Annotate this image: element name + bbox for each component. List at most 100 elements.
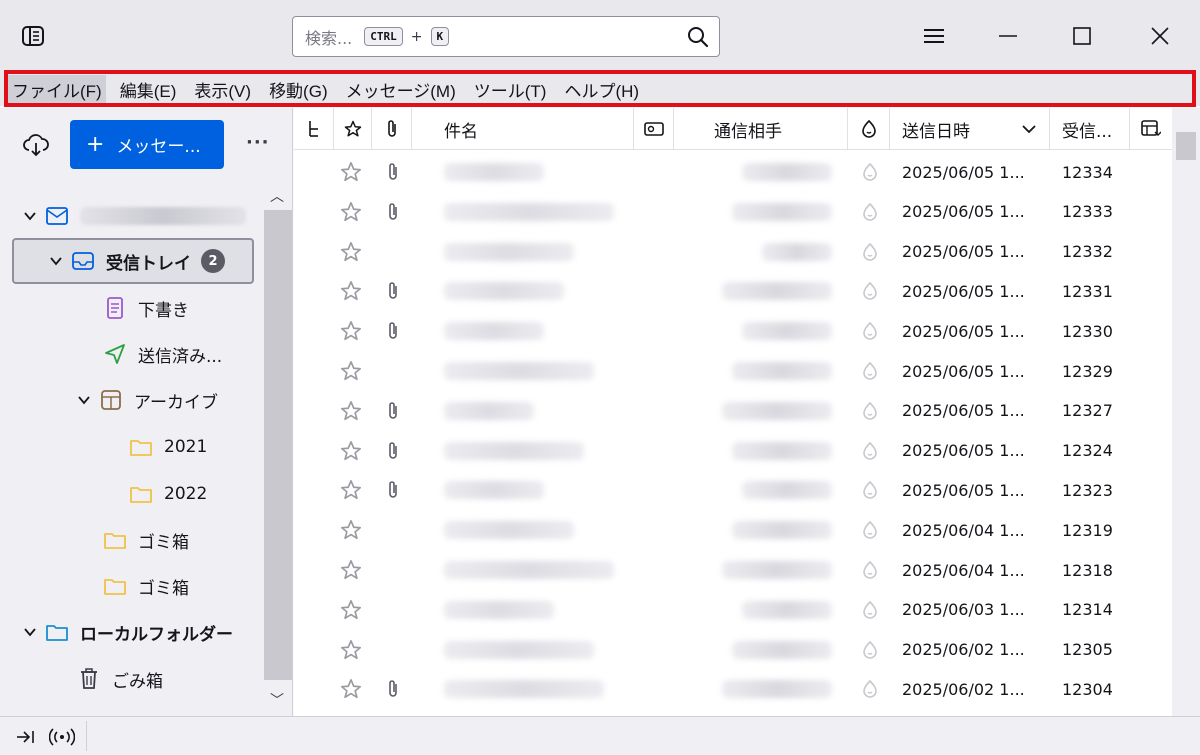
junk-status-icon[interactable] [862,470,878,510]
menu-edit[interactable]: 編集(E) [116,75,181,104]
message-row[interactable]: 2025/06/05 1... 12333 [294,192,1172,232]
maximize-icon[interactable] [1068,22,1096,50]
message-row[interactable]: 2025/06/04 1... 12318 [294,550,1172,590]
junk-status-icon[interactable] [862,391,878,431]
thread-pane-scrollbar[interactable] [1172,108,1200,716]
star-icon[interactable] [340,311,368,351]
message-row[interactable]: 2025/06/05 1... 12334 [294,152,1172,192]
date-column-header[interactable]: 送信日時 [890,108,1050,150]
star-icon[interactable] [340,351,368,391]
more-options-icon[interactable]: ··· [246,132,270,153]
chevron-down-icon[interactable] [22,627,38,637]
chevron-down-icon[interactable] [76,395,92,405]
junk-status-icon[interactable] [862,590,878,630]
message-row[interactable]: 2025/06/05 1... 12331 [294,271,1172,311]
received-cell: 12329 [1062,361,1113,381]
local-folders-row[interactable]: ローカルフォルダー [22,612,233,652]
message-row[interactable]: 2025/06/04 1... 12319 [294,510,1172,550]
online-status-icon[interactable] [48,727,76,747]
attachment-icon [386,192,402,232]
folder-archive[interactable]: アーカイブ [76,380,218,420]
close-icon[interactable] [1146,22,1174,50]
menu-go[interactable]: 移動(G) [265,75,332,104]
junk-status-icon[interactable] [862,311,878,351]
star-icon[interactable] [340,630,368,670]
drafts-label: 下書き [138,300,189,321]
chevron-down-icon[interactable] [48,256,64,266]
get-mail-icon[interactable] [22,134,50,158]
attachment-column-icon[interactable] [372,108,412,150]
message-row[interactable]: 2025/06/05 1... 12327 [294,391,1172,431]
menu-message[interactable]: メッセージ(M) [342,75,460,104]
minimize-icon[interactable] [994,22,1022,50]
app-menu-icon[interactable] [920,22,948,50]
global-search-input[interactable]: 検索... CTRL + K [292,16,720,57]
message-row[interactable]: 2025/06/03 1... 12314 [294,590,1172,630]
local-folder-icon [46,621,68,643]
star-icon[interactable] [340,590,368,630]
star-icon[interactable] [340,470,368,510]
message-row[interactable]: 2025/06/05 1... 12330 [294,311,1172,351]
message-row[interactable]: 2025/06/02 1... 12305 [294,630,1172,670]
column-picker-icon[interactable] [1130,108,1172,150]
subject-column-header[interactable]: 件名 [412,108,634,150]
star-icon[interactable] [340,192,368,232]
junk-status-icon[interactable] [862,271,878,311]
menu-view[interactable]: 表示(V) [190,75,255,104]
message-row[interactable]: 2025/06/05 1... 12323 [294,470,1172,510]
folder-pane-toggle-icon[interactable] [20,24,46,48]
junk-status-icon[interactable] [862,669,878,709]
star-icon[interactable] [340,550,368,590]
junk-status-icon[interactable] [862,630,878,670]
received-cell: 12332 [1062,242,1113,262]
star-icon[interactable] [340,232,368,272]
received-cell: 12333 [1062,202,1113,222]
message-row[interactable]: 2025/06/02 1... 12304 [294,669,1172,709]
thread-column-icon[interactable] [294,108,334,150]
junk-status-icon[interactable] [862,351,878,391]
folder-trash-2[interactable]: ゴミ箱 [104,566,189,606]
message-row[interactable]: 2025/06/05 1... 12324 [294,431,1172,471]
folder-sent[interactable]: 送信済み... [104,334,222,374]
scroll-down-icon[interactable]: ﹀ [270,690,284,710]
folder-pane-scrollbar[interactable]: ︿ ﹀ [264,180,292,716]
junk-status-icon[interactable] [862,550,878,590]
unread-count-badge: 2 [201,249,225,273]
menu-file[interactable]: ファイル(F) [8,74,106,104]
folder-2022[interactable]: 2022 [130,474,207,514]
folder-inbox[interactable]: 受信トレイ 2 [48,241,225,281]
star-icon[interactable] [340,431,368,471]
search-icon[interactable] [687,26,709,48]
star-column-icon[interactable] [334,108,372,150]
folder-drafts[interactable]: 下書き [104,288,189,328]
message-row[interactable]: 2025/06/05 1... 12332 [294,232,1172,272]
junk-status-icon[interactable] [862,431,878,471]
correspondent-column-header[interactable]: 通信相手 [674,108,848,150]
junk-column-icon[interactable] [848,108,890,150]
received-column-header[interactable]: 受信... [1050,108,1130,150]
star-icon[interactable] [340,152,368,192]
scrollbar-thumb[interactable] [264,210,292,680]
junk-status-icon[interactable] [862,192,878,232]
folder-icon [104,529,126,551]
folder-trash-1[interactable]: ゴミ箱 [104,520,189,560]
menu-tools[interactable]: ツール(T) [470,75,551,104]
star-icon[interactable] [340,510,368,550]
star-icon[interactable] [340,271,368,311]
collapse-pane-icon[interactable] [14,727,36,747]
folder-local-trash[interactable]: ごみ箱 [78,659,163,699]
folder-2021[interactable]: 2021 [130,427,207,467]
chevron-down-icon[interactable] [22,211,38,221]
junk-status-icon[interactable] [862,510,878,550]
junk-status-icon[interactable] [862,152,878,192]
message-row[interactable]: 2025/06/05 1... 12329 [294,351,1172,391]
menu-help[interactable]: ヘルプ(H) [560,75,643,104]
new-message-button[interactable]: + メッセー... [70,120,224,169]
star-icon[interactable] [340,669,368,709]
read-status-column-icon[interactable] [634,108,674,150]
star-icon[interactable] [340,391,368,431]
junk-status-icon[interactable] [862,232,878,272]
scroll-up-icon[interactable]: ︿ [270,186,284,206]
account-row[interactable] [22,196,246,236]
scrollbar-thumb[interactable] [1176,132,1196,160]
